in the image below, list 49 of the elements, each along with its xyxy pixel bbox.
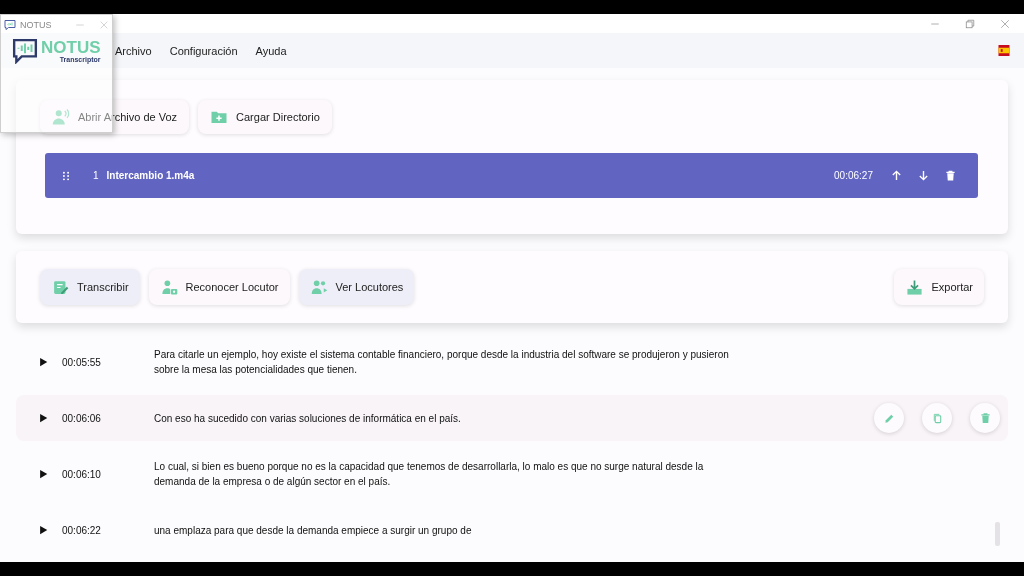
download-icon bbox=[906, 278, 924, 296]
logo-icon bbox=[11, 38, 39, 64]
file-duration: 00:06:27 bbox=[834, 170, 873, 181]
tool-button[interactable]: Transcribir bbox=[40, 269, 140, 305]
close-icon bbox=[1000, 18, 1010, 29]
play-button[interactable] bbox=[39, 357, 48, 367]
play-button[interactable] bbox=[39, 413, 48, 423]
note-edit-icon bbox=[52, 278, 69, 296]
file-name: Intercambio 1.m4a bbox=[106, 170, 195, 181]
tool-button[interactable]: Ver Locutores bbox=[298, 269, 415, 305]
copy-icon bbox=[931, 412, 943, 424]
timestamp: 00:05:55 bbox=[62, 356, 102, 368]
chat-icon bbox=[4, 18, 16, 31]
play-button[interactable] bbox=[39, 469, 48, 479]
logo-name: NOTUS bbox=[41, 39, 101, 56]
toolbar-button[interactable]: Cargar Directorio bbox=[198, 100, 332, 134]
segment-text: Con eso ha sucedido con varias soluciones de informática en el país. bbox=[154, 411, 462, 426]
play-icon bbox=[39, 525, 48, 535]
arrow-down-icon bbox=[918, 170, 929, 181]
file-index: 1 bbox=[93, 170, 99, 181]
play-icon bbox=[39, 357, 48, 367]
menu-item[interactable]: Configuración bbox=[169, 44, 238, 57]
flag-icon bbox=[996, 45, 1012, 56]
timestamp: 00:06:22 bbox=[62, 524, 102, 536]
person-badge-icon bbox=[160, 278, 178, 296]
timestamp: 00:06:10 bbox=[62, 468, 102, 480]
trash-icon bbox=[945, 169, 956, 182]
arrow-up-icon bbox=[891, 170, 902, 181]
file-row[interactable]: 1 Intercambio 1.m4a 00:06:27 bbox=[45, 153, 978, 198]
person-sound-icon bbox=[52, 108, 70, 126]
drag-handle-icon bbox=[61, 169, 71, 182]
menu-item[interactable]: Ayuda bbox=[255, 44, 287, 57]
tool-button[interactable]: Reconocer Locutor bbox=[148, 269, 290, 305]
play-button[interactable] bbox=[39, 525, 48, 535]
play-icon bbox=[39, 469, 48, 479]
window-title: NOTUS bbox=[20, 19, 52, 30]
segment-text: Lo cual, si bien es bueno porque no es la capacidad que tenemos de desarrollarla, lo malo es que no surge natural desde la demanda de la empresa o de algún sector en el país. bbox=[154, 460, 705, 489]
trash-icon bbox=[979, 412, 991, 424]
scrollbar-thumb[interactable] bbox=[995, 522, 1000, 546]
segment-text: Para citarle un ejemplo, hoy existe el sistema contable financiero, porque desde la industria del software se produjeron y pusieron sobre la mesa las potencialidades que tienen. bbox=[154, 348, 730, 377]
export-button[interactable]: Exportar bbox=[894, 269, 984, 305]
segment-text: una emplaza para que desde la demanda empiece a surgir un grupo de bbox=[154, 523, 473, 538]
play-icon bbox=[39, 413, 48, 423]
restore-icon bbox=[965, 18, 975, 29]
menu-item[interactable]: Archivo bbox=[115, 44, 152, 57]
pencil-icon bbox=[883, 412, 895, 424]
close-icon bbox=[99, 19, 109, 30]
timestamp: 00:06:06 bbox=[62, 412, 102, 424]
people-icon bbox=[310, 278, 328, 296]
